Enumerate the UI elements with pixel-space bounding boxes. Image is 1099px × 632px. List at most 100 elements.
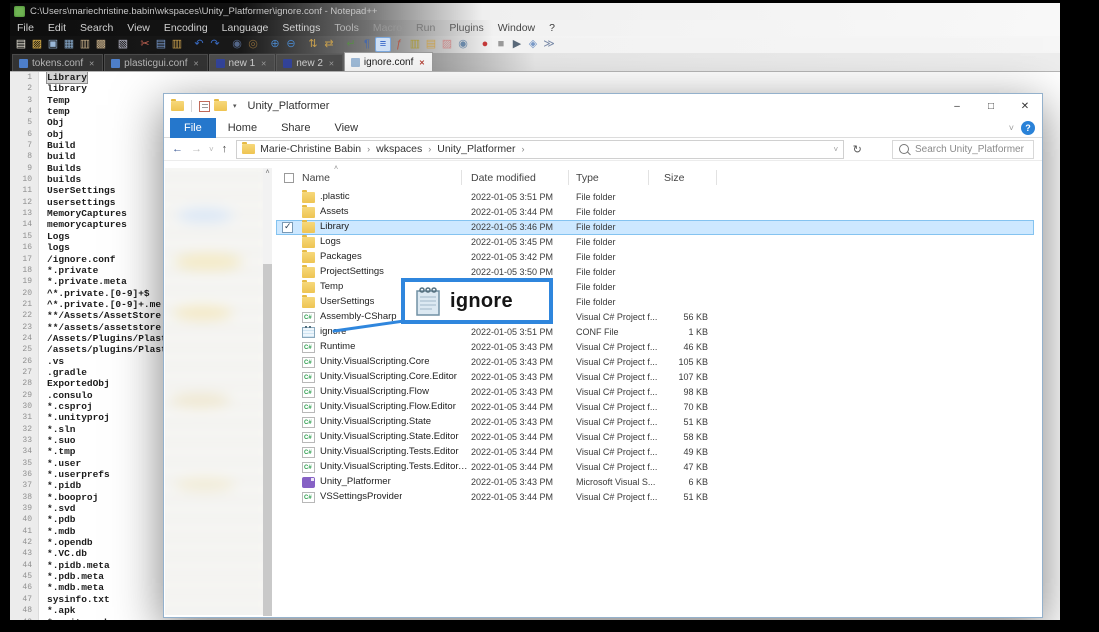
folder-as-workspace-icon[interactable]: ▨ [439, 37, 455, 52]
redo-icon[interactable]: ↷ [207, 37, 223, 52]
column-header-size[interactable]: Size [664, 172, 684, 184]
cut-icon[interactable]: ✂ [137, 37, 153, 52]
save-icon[interactable]: ▣ [45, 37, 61, 52]
file-row[interactable]: Unity_Platformer 2022-01-05 3:43 PM Micr… [276, 475, 1034, 490]
ribbon-tab[interactable]: File [170, 118, 216, 138]
file-row[interactable]: Unity.VisualScripting.Core 2022-01-05 3:… [276, 355, 1034, 370]
column-separator[interactable] [648, 170, 649, 185]
file-row[interactable]: Unity.VisualScripting.Flow.Editor 2022-0… [276, 400, 1034, 415]
file-monitoring-icon[interactable]: ◉ [455, 37, 471, 52]
file-row[interactable]: Runtime 2022-01-05 3:43 PM Visual C# Pro… [276, 340, 1034, 355]
document-list-icon[interactable]: ▤ [423, 37, 439, 52]
close-file-icon[interactable]: ▥ [77, 37, 93, 52]
file-row[interactable]: Assembly-CSharp Visual C# Project f... 5… [276, 310, 1034, 325]
play-macro-icon[interactable]: ▶ [509, 37, 525, 52]
replace-icon[interactable]: ◎ [245, 37, 261, 52]
indent-guide-icon[interactable]: ≡ [375, 37, 391, 52]
file-row[interactable]: Unity.VisualScripting.Tests.Editor 2022-… [276, 445, 1034, 460]
zoom-in-icon[interactable]: ⊕ [267, 37, 283, 52]
menu-item[interactable]: ? [542, 22, 562, 34]
file-row[interactable]: Assets 2022-01-05 3:44 PM File folder [276, 205, 1034, 220]
file-row[interactable]: Unity.VisualScripting.Core.Editor 2022-0… [276, 370, 1034, 385]
forward-arrow-icon[interactable]: → [189, 143, 204, 155]
file-row[interactable]: Unity.VisualScripting.State 2022-01-05 3… [276, 415, 1034, 430]
qat-customize-chevron-icon[interactable]: ▾ [233, 102, 237, 110]
save-macro-icon[interactable]: ◈ [525, 37, 541, 52]
copy-icon[interactable]: ▤ [153, 37, 169, 52]
menu-item[interactable]: Run [409, 22, 442, 34]
navigation-pane-blurred[interactable] [165, 168, 263, 615]
zoom-out-icon[interactable]: ⊖ [283, 37, 299, 52]
menu-item[interactable]: Encoding [157, 22, 215, 34]
stop-macro-icon[interactable]: ■ [493, 37, 509, 52]
expand-ribbon-chevron-icon[interactable]: ˅ [1009, 123, 1014, 133]
save-all-icon[interactable]: ▦ [61, 37, 77, 52]
menu-item[interactable]: Macro [366, 22, 409, 34]
properties-icon[interactable] [199, 101, 210, 112]
menu-item[interactable]: File [10, 22, 41, 34]
navigation-scrollbar[interactable]: ˄ [263, 168, 272, 615]
tab-close-icon[interactable] [87, 58, 96, 69]
tab-close-icon[interactable] [327, 58, 336, 69]
breadcrumb-segment[interactable]: Unity_Platformer [437, 143, 530, 155]
paste-icon[interactable]: ▥ [169, 37, 185, 52]
ribbon-tab[interactable]: Share [269, 118, 322, 138]
help-icon[interactable]: ? [1021, 121, 1035, 135]
scrollbar-thumb[interactable] [263, 264, 272, 616]
address-bar[interactable]: Marie-Christine BabinwkspacesUnity_Platf… [236, 140, 844, 159]
file-row[interactable]: ignore 2022-01-05 3:51 PM CONF File 1 KB [276, 325, 1034, 340]
menu-item[interactable]: Tools [327, 22, 366, 34]
menu-item[interactable]: Search [73, 22, 120, 34]
menu-item[interactable]: View [120, 22, 157, 34]
ribbon-tab[interactable]: Home [216, 118, 269, 138]
tab-close-icon[interactable] [259, 58, 268, 69]
menu-item[interactable]: Window [491, 22, 542, 34]
file-row[interactable]: Unity.VisualScripting.Flow 2022-01-05 3:… [276, 385, 1034, 400]
open-file-icon[interactable]: ▨ [29, 37, 45, 52]
menu-item[interactable]: Edit [41, 22, 73, 34]
file-row[interactable]: UserSettings File folder [276, 295, 1034, 310]
tab-close-icon[interactable] [417, 57, 426, 68]
file-row[interactable]: Unity.VisualScripting.State.Editor 2022-… [276, 430, 1034, 445]
document-tab[interactable]: plasticgui.conf [104, 54, 207, 71]
close-all-icon[interactable]: ▩ [93, 37, 109, 52]
refresh-icon[interactable]: ↻ [848, 143, 866, 156]
row-checkbox[interactable] [282, 222, 293, 233]
ribbon-tab[interactable]: View [322, 118, 370, 138]
document-tab[interactable]: ignore.conf [344, 52, 433, 71]
file-row[interactable]: ProjectSettings 2022-01-05 3:50 PM File … [276, 265, 1034, 280]
close-button[interactable]: ✕ [1008, 94, 1042, 118]
column-separator[interactable] [568, 170, 569, 185]
column-separator[interactable] [461, 170, 462, 185]
word-wrap-icon[interactable]: ↵ [343, 37, 359, 52]
breadcrumb-segment[interactable]: Marie-Christine Babin [260, 143, 376, 155]
show-symbols-icon[interactable]: ¶ [359, 37, 375, 52]
up-arrow-icon[interactable]: ↑ [219, 143, 231, 155]
document-map-icon[interactable]: ▥ [407, 37, 423, 52]
column-header-date[interactable]: Date modified [471, 172, 536, 184]
menu-item[interactable]: Language [215, 22, 276, 34]
document-tab[interactable]: new 2 [276, 54, 343, 71]
back-arrow-icon[interactable]: ← [170, 143, 185, 155]
new-file-icon[interactable]: ▤ [13, 37, 29, 52]
file-row[interactable]: .plastic 2022-01-05 3:51 PM File folder [276, 190, 1034, 205]
print-icon[interactable]: ▧ [115, 37, 131, 52]
file-row[interactable]: Library 2022-01-05 3:46 PM File folder [276, 220, 1034, 235]
search-input[interactable]: Search Unity_Platformer [892, 140, 1034, 159]
maximize-button[interactable]: □ [974, 94, 1008, 118]
function-list-icon[interactable]: ƒ [391, 37, 407, 52]
scrollbar-up-arrow-icon[interactable]: ˄ [263, 168, 272, 178]
file-row[interactable]: Logs 2022-01-05 3:45 PM File folder [276, 235, 1034, 250]
file-row[interactable]: VSSettingsProvider 2022-01-05 3:44 PM Vi… [276, 490, 1034, 505]
record-macro-icon[interactable]: ● [477, 37, 493, 52]
menu-item[interactable]: Plugins [442, 22, 490, 34]
run-macro-multiple-icon[interactable]: ≫ [541, 37, 557, 52]
minimize-button[interactable]: – [940, 94, 974, 118]
file-row[interactable]: Packages 2022-01-05 3:42 PM File folder [276, 250, 1034, 265]
file-row[interactable]: Temp File folder [276, 280, 1034, 295]
new-folder-icon[interactable] [214, 101, 227, 111]
address-dropdown-chevron-icon[interactable]: ˅ [834, 145, 839, 154]
breadcrumb-segment[interactable]: wkspaces [376, 143, 437, 155]
sync-scroll-vertical-icon[interactable]: ⇅ [305, 37, 321, 52]
column-separator[interactable] [716, 170, 717, 185]
